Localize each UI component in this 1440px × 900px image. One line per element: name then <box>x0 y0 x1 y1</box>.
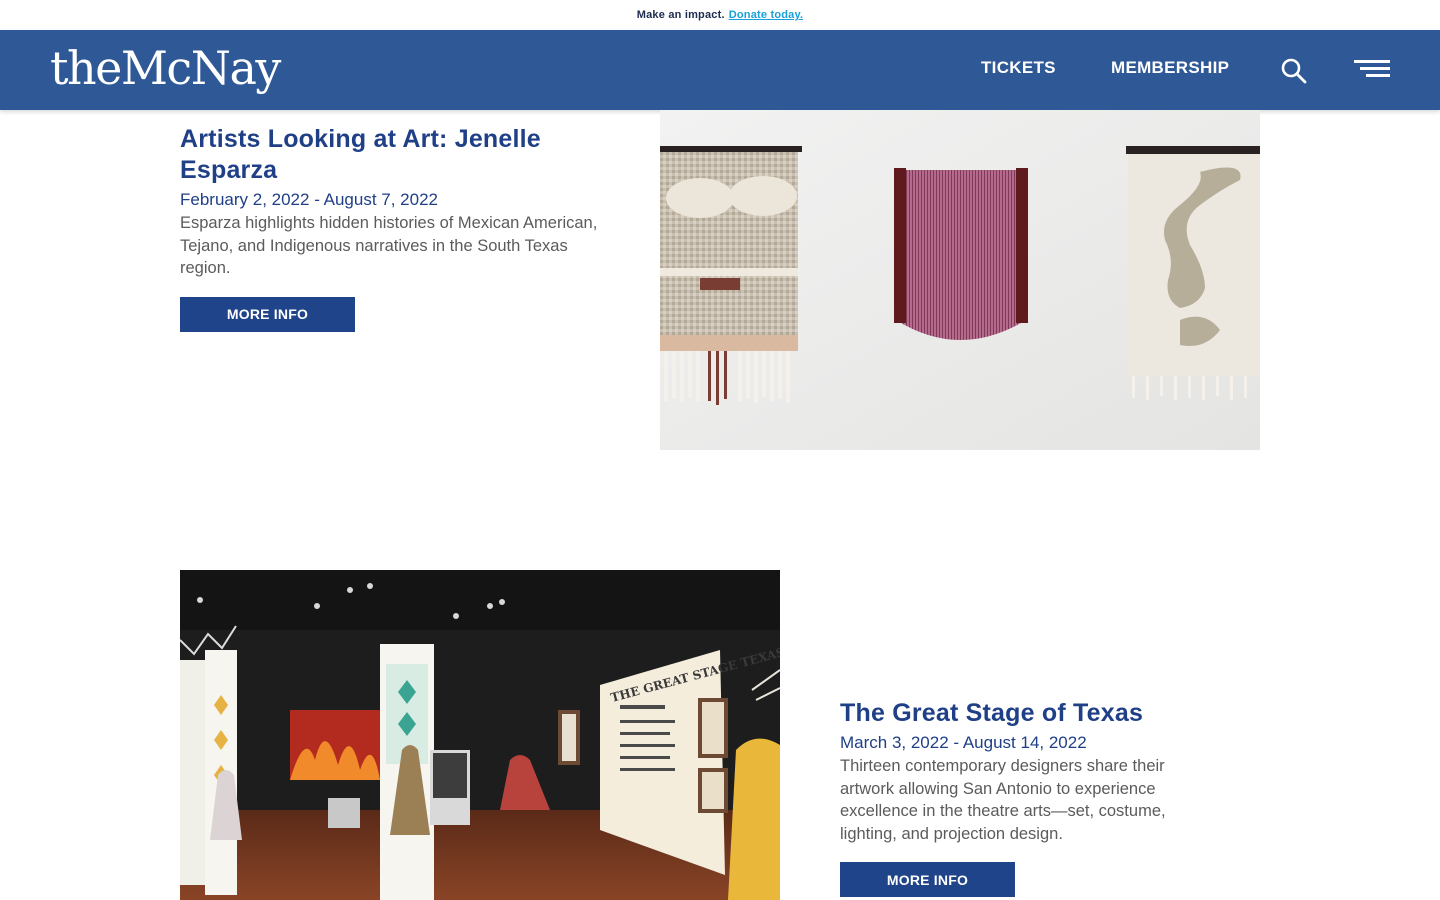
exhibition-2-title[interactable]: The Great Stage of Texas <box>840 698 1220 729</box>
donate-link[interactable]: Donate today. <box>729 9 804 21</box>
exhibition-1-description: Esparza highlights hidden histories of M… <box>180 214 598 277</box>
nav-tickets[interactable]: TICKETS <box>981 58 1056 78</box>
exhibition-1-more-info-button[interactable]: MORE INFO <box>180 296 355 332</box>
search-icon[interactable] <box>1280 57 1308 85</box>
site-logo[interactable]: theMcNay <box>50 38 281 98</box>
exhibition-2: The Great Stage of Texas March 3, 2022 -… <box>840 698 1220 897</box>
exhibition-1-title[interactable]: Artists Looking at Art: Jenelle Esparza <box>180 124 600 186</box>
nav-membership[interactable]: MEMBERSHIP <box>1111 58 1229 78</box>
exhibition-2-description: Thirteen contemporary designers share th… <box>840 757 1166 843</box>
announcement-text: Make an impact. <box>636 9 725 21</box>
exhibition-2-dates: March 3, 2022 - August 14, 2022 <box>840 733 1087 752</box>
announcement-bar: Make an impact. Donate today. <box>0 0 1440 30</box>
exhibition-2-image[interactable]: THE GREAT STAGE TEXAS <box>179 570 786 900</box>
exhibition-1: Artists Looking at Art: Jenelle Esparza … <box>180 124 600 332</box>
exhibition-1-image[interactable] <box>660 110 1260 450</box>
exhibition-2-more-info-button[interactable]: MORE INFO <box>840 862 1015 897</box>
hamburger-menu-icon[interactable] <box>1354 58 1392 82</box>
exhibition-1-dates: February 2, 2022 - August 7, 2022 <box>180 190 439 209</box>
site-header: theMcNay TICKETS MEMBERSHIP <box>0 30 1440 110</box>
